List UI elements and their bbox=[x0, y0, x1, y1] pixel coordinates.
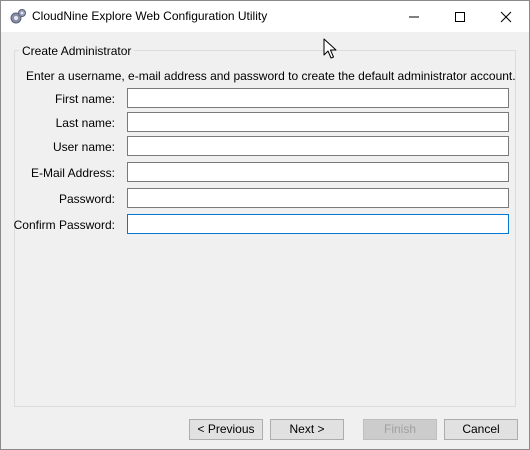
password-field[interactable] bbox=[127, 188, 509, 208]
user-name-field[interactable] bbox=[127, 136, 509, 156]
password-label: Password: bbox=[58, 192, 115, 206]
close-icon bbox=[500, 11, 512, 23]
email-address-field[interactable] bbox=[127, 162, 509, 182]
configuration-window: CloudNine Explore Web Configuration Util… bbox=[0, 0, 530, 450]
first-name-label: First name: bbox=[54, 92, 115, 106]
cancel-button[interactable]: Cancel bbox=[444, 419, 518, 440]
previous-button-label: < Previous bbox=[197, 422, 255, 436]
maximize-button[interactable] bbox=[437, 1, 483, 32]
title-bar[interactable]: CloudNine Explore Web Configuration Util… bbox=[1, 1, 529, 32]
next-button[interactable]: Next > bbox=[270, 419, 344, 440]
email-address-label: E-Mail Address: bbox=[30, 166, 115, 180]
first-name-field[interactable] bbox=[127, 88, 509, 108]
finish-button-label: Finish bbox=[383, 422, 416, 436]
minimize-icon bbox=[409, 16, 419, 18]
confirm-password-label: Confirm Password: bbox=[13, 218, 115, 232]
cancel-button-label: Cancel bbox=[462, 422, 500, 436]
gear-cog-icon bbox=[10, 9, 26, 24]
maximize-icon bbox=[455, 12, 465, 22]
user-name-label: User name: bbox=[52, 140, 115, 154]
confirm-password-field[interactable] bbox=[127, 214, 509, 234]
last-name-field[interactable] bbox=[127, 112, 509, 132]
instructions-text: Enter a username, e-mail address and pas… bbox=[26, 69, 516, 83]
finish-button[interactable]: Finish bbox=[363, 419, 437, 440]
group-title: Create Administrator bbox=[19, 44, 135, 58]
minimize-button[interactable] bbox=[391, 1, 437, 32]
previous-button[interactable]: < Previous bbox=[189, 419, 263, 440]
close-button[interactable] bbox=[483, 1, 529, 32]
mouse-pointer-icon bbox=[323, 38, 337, 59]
window-title: CloudNine Explore Web Configuration Util… bbox=[32, 9, 268, 23]
next-button-label: Next > bbox=[289, 422, 325, 436]
last-name-label: Last name: bbox=[55, 116, 115, 130]
